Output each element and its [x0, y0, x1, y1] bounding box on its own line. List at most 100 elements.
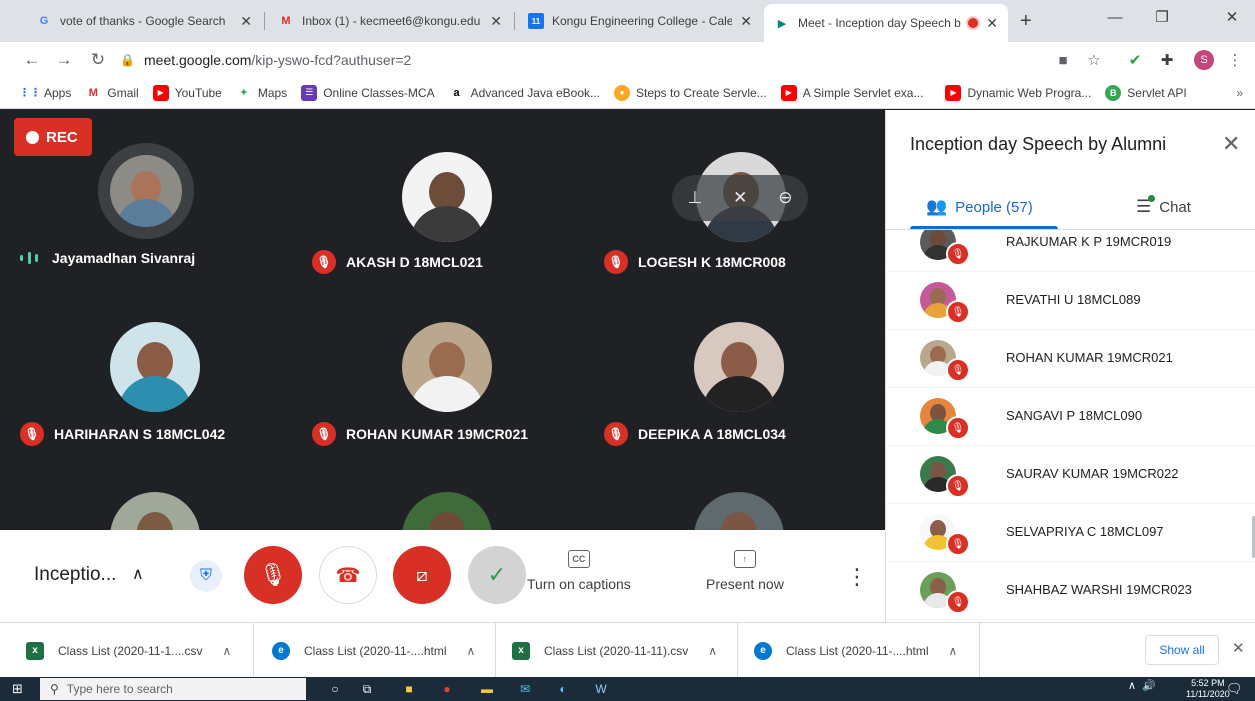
chat-tab-label: Chat	[1159, 198, 1191, 216]
close-panel-icon[interactable]: ✕	[1222, 131, 1240, 157]
download-item[interactable]: x Class List (2020-11-1....csv ∧	[0, 623, 254, 678]
browser-tab-gmail[interactable]: M Inbox (1) - kecmeet6@kongu.edu - ✕	[268, 0, 512, 42]
participant-tile[interactable]: Jayamadhan Sivanraj	[0, 110, 290, 280]
participant-tile[interactable]: 🎙 HARIHARAN S 18MCL042	[0, 282, 290, 452]
bookmarks-overflow-icon[interactable]: »	[1236, 86, 1243, 100]
tab-title: vote of thanks - Google Search	[60, 14, 226, 28]
participant-tile[interactable]: 🎙 DEEPIKA A 18MCL034	[584, 282, 874, 452]
browser-tab-google-search[interactable]: G vote of thanks - Google Search ✕	[26, 0, 262, 42]
chevron-up-icon[interactable]: ∧	[132, 564, 144, 584]
bookmark-steps-servlet[interactable]: ● Steps to Create Servle...	[614, 84, 767, 101]
bookmark-label: Servlet API	[1127, 85, 1187, 100]
download-item[interactable]: x Class List (2020-11-11).csv ∧	[496, 623, 738, 678]
tab-people[interactable]: 👥 People (57)	[926, 184, 1033, 230]
list-item[interactable]: 🎙 RAJKUMAR K P 19MCR019	[886, 230, 1255, 272]
host-controls-shield-icon[interactable]: ⛨	[190, 560, 222, 592]
kebab-menu-icon[interactable]: ⋮	[1224, 49, 1246, 71]
checkmark-extension-icon[interactable]: ✔	[1124, 49, 1146, 71]
reload-icon[interactable]: ↻	[86, 48, 110, 72]
mic-off-icon: 🎙	[946, 242, 970, 266]
participant-avatar[interactable]	[694, 492, 784, 530]
back-arrow-icon[interactable]: ←	[20, 48, 44, 72]
leave-call-button[interactable]: ☎	[319, 546, 377, 604]
mute-participant-icon[interactable]: ✕	[733, 188, 747, 208]
mic-off-icon: 🎙	[946, 358, 970, 382]
close-tab-icon[interactable]: ✕	[986, 15, 998, 32]
meeting-controls-bar: Inceptio... ∧ ⛨ 🎙 ☎ ⧄ ✓ CC Turn on capti…	[0, 530, 885, 622]
close-tab-icon[interactable]: ✕	[740, 13, 752, 30]
new-tab-icon[interactable]: +	[1020, 10, 1032, 33]
mail-icon[interactable]: ✉	[516, 680, 534, 698]
meeting-details-title[interactable]: Inceptio...	[34, 564, 116, 586]
system-tray[interactable]: ∧ 🔊	[1128, 679, 1156, 692]
chevron-up-icon[interactable]: ∧	[1128, 679, 1136, 692]
notification-center-icon[interactable]: 🗨	[1226, 681, 1243, 697]
download-item[interactable]: e Class List (2020-11-....html ∧	[254, 623, 496, 678]
bookmark-youtube[interactable]: ▶ YouTube	[152, 84, 222, 101]
list-item[interactable]: 🎙 ROHAN KUMAR 19MCR021	[886, 330, 1255, 388]
browser-tab-calendar[interactable]: 11 Kongu Engineering College - Calend ✕	[518, 0, 762, 42]
camera-icon[interactable]: ■	[1052, 49, 1074, 71]
participant-avatar[interactable]	[110, 492, 200, 530]
minimize-icon[interactable]: —	[1092, 0, 1138, 34]
chevron-up-icon[interactable]: ∧	[949, 644, 958, 658]
restore-icon[interactable]: ❐	[1139, 0, 1185, 34]
volume-icon[interactable]: 🔊	[1142, 679, 1156, 692]
tab-chat[interactable]: ☰ Chat	[1136, 184, 1191, 230]
bookmark-gmail[interactable]: M Gmail	[85, 85, 139, 101]
pin-icon[interactable]: ⊥	[687, 188, 702, 208]
amazon-icon: a	[453, 86, 460, 99]
download-item[interactable]: e Class List (2020-11-....html ∧	[738, 623, 980, 678]
bookmark-servlet-api[interactable]: B Servlet API	[1105, 84, 1187, 101]
camera-toggle-button[interactable]: ⧄	[393, 546, 451, 604]
remove-participant-icon[interactable]: ⊖	[778, 188, 792, 208]
bookmark-advanced-java[interactable]: a Advanced Java eBook...	[449, 85, 600, 101]
present-now-button[interactable]: ↑ Present now	[706, 550, 784, 592]
list-item[interactable]: 🎙 REVATHI U 18MCL089	[886, 272, 1255, 330]
captions-button[interactable]: CC Turn on captions	[527, 550, 631, 592]
task-view-icon[interactable]: ⧉	[358, 680, 376, 698]
puzzle-extension-icon[interactable]: ✚	[1156, 49, 1178, 71]
close-tab-icon[interactable]: ✕	[240, 13, 252, 30]
participant-tile[interactable]: 🎙 ROHAN KUMAR 19MCR021	[292, 282, 582, 452]
chrome-icon[interactable]: ●	[438, 680, 456, 698]
participant-name: SHAHBAZ WARSHI 19MCR023	[1006, 582, 1192, 597]
list-item[interactable]: 🎙 SANGAVI P 18MCL090	[886, 388, 1255, 446]
bookmark-dynamic-web[interactable]: ▶ Dynamic Web Progra...	[945, 84, 1091, 101]
address-bar[interactable]: 🔒 meet.google.com/kip-yswo-fcd?authuser=…	[120, 47, 1120, 73]
taskbar-clock[interactable]: 5:52 PM 11/11/2020	[1186, 678, 1230, 700]
windows-start-icon[interactable]: ⊞	[12, 682, 26, 696]
bookmark-simple-servlet[interactable]: ▶ A Simple Servlet exa...	[780, 84, 924, 101]
profile-avatar[interactable]: S	[1194, 50, 1214, 70]
list-item[interactable]: 🎙 SAURAV KUMAR 19MCR022	[886, 446, 1255, 504]
bookmark-apps[interactable]: ⋮⋮ Apps	[19, 85, 71, 101]
chevron-up-icon[interactable]: ∧	[708, 644, 717, 658]
show-all-downloads-button[interactable]: Show all	[1145, 635, 1219, 665]
participant-tile[interactable]: 🎙 AKASH D 18MCL021	[292, 110, 582, 280]
checkmark-extension-button[interactable]: ✓	[468, 546, 526, 604]
close-downloads-icon[interactable]: ✕	[1232, 639, 1245, 657]
edge-icon[interactable]: ◐	[554, 680, 572, 698]
close-tab-icon[interactable]: ✕	[490, 13, 502, 30]
bookmark-maps[interactable]: ✦ Maps	[236, 85, 287, 101]
star-icon[interactable]: ☆	[1083, 49, 1105, 71]
browser-tab-meet[interactable]: ▶ Meet - Inception day Speech b ✕	[764, 4, 1008, 42]
bookmark-label: A Simple Servlet exa...	[802, 85, 924, 100]
chevron-up-icon[interactable]: ∧	[467, 644, 476, 658]
forward-arrow-icon[interactable]: →	[52, 48, 76, 72]
bookmark-label: Steps to Create Servle...	[636, 85, 767, 100]
classes-icon: ☰	[301, 84, 318, 101]
taskbar-search-input[interactable]: ⚲ Type here to search	[40, 678, 306, 700]
store-icon[interactable]: ■	[400, 680, 418, 698]
chevron-up-icon[interactable]: ∧	[223, 644, 232, 658]
word-icon[interactable]: W	[592, 680, 610, 698]
more-options-icon[interactable]: ⋮	[846, 564, 868, 590]
microphone-toggle-button[interactable]: 🎙	[244, 546, 302, 604]
file-explorer-icon[interactable]: ▬	[478, 680, 496, 698]
cortana-icon[interactable]: ○	[326, 680, 344, 698]
list-item[interactable]: 🎙 SHAHBAZ WARSHI 19MCR023	[886, 562, 1255, 620]
bookmark-online-classes[interactable]: ☰ Online Classes-MCA	[301, 84, 435, 101]
list-item[interactable]: 🎙 SELVAPRIYA C 18MCL097	[886, 504, 1255, 562]
participant-avatar[interactable]	[402, 492, 492, 530]
close-window-icon[interactable]: ✕	[1209, 0, 1255, 34]
